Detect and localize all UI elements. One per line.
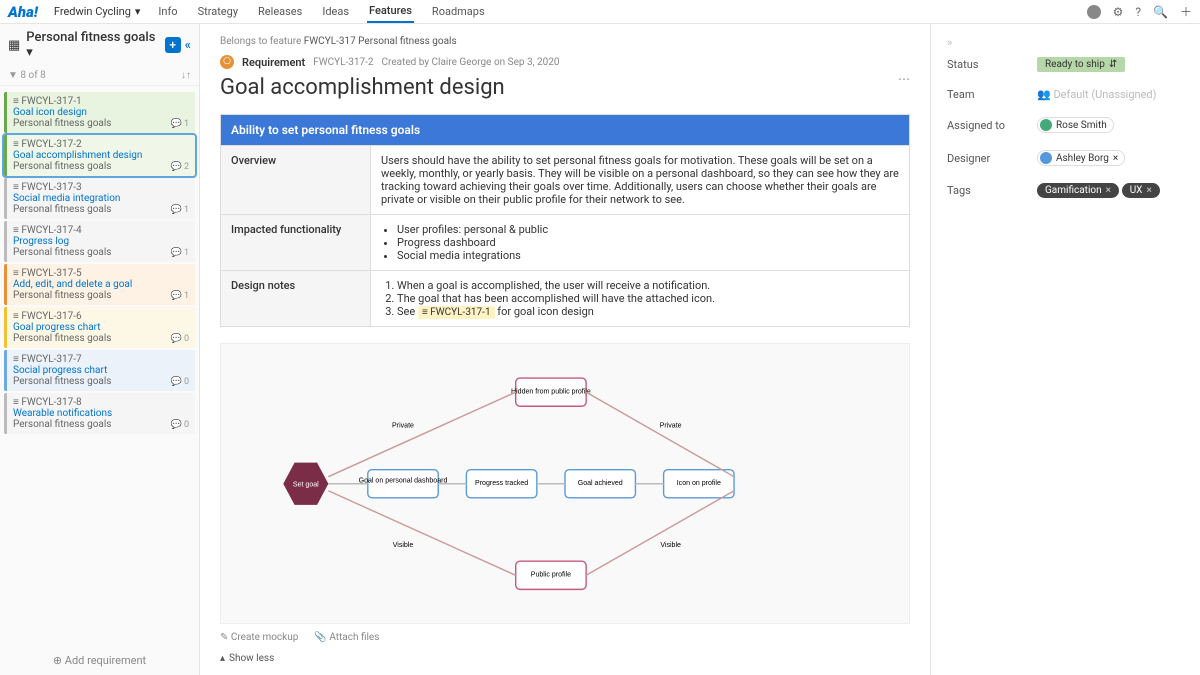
sort-icon[interactable]: ↓↑ (181, 70, 191, 81)
sidebar-title[interactable]: Personal fitness goals ▾ (26, 30, 158, 60)
search-icon[interactable]: 🔍 (1153, 5, 1168, 19)
svg-text:Progress tracked: Progress tracked (475, 480, 528, 487)
nav-ideas[interactable]: Ideas (320, 0, 351, 23)
nav-roadmaps[interactable]: Roadmaps (430, 0, 487, 23)
record-created: Created by Claire George on Sep 3, 2020 (382, 57, 560, 68)
create-mockup-button[interactable]: ✎ Create mockup (220, 632, 298, 643)
add-button[interactable]: + (165, 37, 181, 53)
svg-text:Private: Private (660, 422, 682, 429)
svg-text:Private: Private (392, 422, 414, 429)
page-title[interactable]: Goal accomplishment design (220, 75, 910, 100)
requirement-card[interactable]: ≡ FWCYL-317-7Social progress chartPerson… (4, 350, 195, 391)
svg-text:Visible: Visible (660, 542, 681, 549)
logo: Aha! (8, 3, 38, 21)
nav-strategy[interactable]: Strategy (196, 0, 240, 23)
breadcrumb: Belongs to feature FWCYL-317 Personal fi… (220, 36, 910, 47)
requirement-card[interactable]: ≡ FWCYL-317-8Wearable notificationsPerso… (4, 393, 195, 434)
svg-text:Goal achieved: Goal achieved (578, 480, 623, 487)
product-selector[interactable]: Fredwin Cycling ▾ (54, 5, 141, 18)
add-requirement-button[interactable]: ⊕ Add requirement (0, 646, 199, 675)
attach-files-button[interactable]: 📎 Attach files (314, 632, 379, 643)
board-icon: ▦ (8, 38, 20, 53)
collapse-icon[interactable]: « (185, 38, 191, 53)
requirement-card[interactable]: ≡ FWCYL-317-3Social media integrationPer… (4, 178, 195, 219)
requirement-card[interactable]: ≡ FWCYL-317-4Progress logPersonal fitnes… (4, 221, 195, 262)
svg-text:Visible: Visible (393, 542, 414, 549)
svg-text:Icon on profile: Icon on profile (677, 480, 721, 487)
reference-pill[interactable]: ≡ FWCYL-317-1 (418, 306, 495, 319)
show-less-button[interactable]: ▴ Show less (220, 653, 910, 664)
avatar[interactable] (1087, 5, 1101, 19)
description-table[interactable]: Ability to set personal fitness goals Ov… (220, 114, 910, 327)
svg-text:Goal on personal dashboard: Goal on personal dashboard (359, 477, 448, 484)
requirement-card[interactable]: ≡ FWCYL-317-6Goal progress chartPersonal… (4, 307, 195, 348)
requirement-card[interactable]: ≡ FWCYL-317-1Goal icon designPersonal fi… (4, 92, 195, 133)
designer-chip[interactable]: Ashley Borg × (1037, 150, 1125, 166)
help-icon[interactable]: ? (1135, 5, 1141, 19)
tag-chip[interactable]: Gamification × (1037, 183, 1119, 198)
filter-icon[interactable]: ▼ 8 of 8 (8, 70, 46, 81)
diagram[interactable]: Set goal Goal on personal dashboard Prog… (220, 343, 910, 624)
gear-icon[interactable]: ⚙ (1113, 5, 1124, 19)
assignee-chip[interactable]: Rose Smith (1037, 117, 1114, 133)
tag-chip[interactable]: UX × (1122, 183, 1160, 198)
more-icon[interactable]: ⋯ (898, 72, 910, 86)
requirement-icon: ⎔ (220, 55, 234, 69)
record-id: FWCYL-317-2 (313, 57, 373, 68)
requirement-card[interactable]: ≡ FWCYL-317-2Goal accomplishment designP… (4, 135, 195, 176)
svg-text:Set goal: Set goal (293, 482, 319, 489)
status-pill[interactable]: Ready to ship ⇵ (1037, 57, 1125, 72)
nav-info[interactable]: Info (156, 0, 179, 23)
requirement-card[interactable]: ≡ FWCYL-317-5Add, edit, and delete a goa… (4, 264, 195, 305)
svg-text:Public profile: Public profile (531, 572, 571, 579)
nav-releases[interactable]: Releases (256, 0, 304, 23)
team-field[interactable]: 👥 Default (Unassigned) (1037, 88, 1184, 101)
expand-icon[interactable]: » (947, 36, 1184, 49)
nav-features[interactable]: Features (367, 0, 414, 23)
record-type: Requirement (242, 56, 305, 69)
parent-link[interactable]: FWCYL-317 Personal fitness goals (304, 36, 457, 47)
add-icon[interactable]: ＋ (1180, 3, 1192, 20)
svg-text:Hidden from public profile: Hidden from public profile (511, 389, 591, 396)
